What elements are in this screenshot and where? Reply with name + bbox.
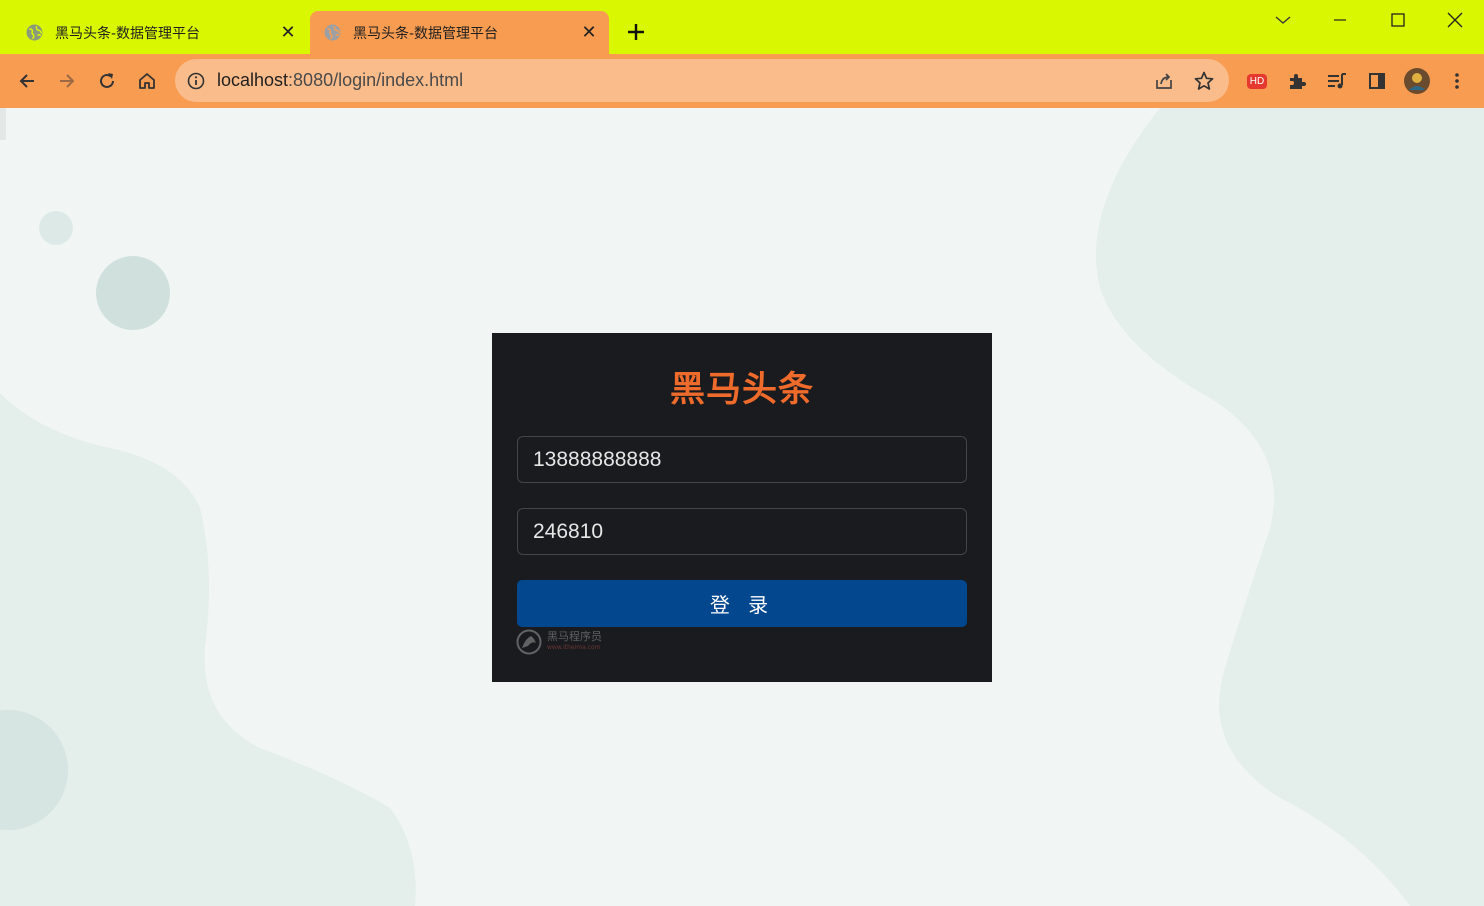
home-button[interactable] <box>132 66 162 96</box>
new-tab-button[interactable] <box>622 18 650 46</box>
watermark-sub: www.itheima.com <box>547 644 601 651</box>
chevron-down-icon <box>1275 16 1291 24</box>
browser-toolbar: localhost:8080/login/index.html HD <box>0 54 1484 108</box>
media-control-button[interactable] <box>1322 66 1352 96</box>
tab-strip: 黑马头条-数据管理平台 ✕ 黑马头条-数据管理平台 ✕ <box>0 0 1484 54</box>
arrow-left-icon <box>19 74 34 88</box>
login-button[interactable]: 登 录 <box>517 580 967 627</box>
menu-button[interactable] <box>1442 66 1472 96</box>
side-panel-button[interactable] <box>1362 66 1392 96</box>
minimize-icon <box>1334 19 1346 21</box>
code-input[interactable] <box>517 508 967 555</box>
music-queue-icon <box>1328 73 1346 89</box>
star-icon[interactable] <box>1193 70 1215 92</box>
maximize-button[interactable] <box>1378 4 1418 36</box>
forward-button[interactable] <box>52 66 82 96</box>
side-panel-icon <box>1369 73 1385 89</box>
window-close-button[interactable] <box>1435 4 1475 36</box>
tab-title: 黑马头条-数据管理平台 <box>353 25 499 42</box>
extension-hd-button[interactable]: HD <box>1242 66 1272 96</box>
reload-icon <box>100 73 114 88</box>
hd-badge: HD <box>1246 73 1268 89</box>
url-host: localhost <box>217 70 289 90</box>
plus-icon <box>628 24 644 40</box>
globe-icon <box>26 24 43 41</box>
login-title: 黑马头条 <box>669 370 814 410</box>
maximize-icon <box>1391 13 1405 27</box>
horse-logo-icon <box>516 629 542 655</box>
tab-inactive[interactable]: 黑马头条-数据管理平台 ✕ <box>12 11 308 54</box>
close-icon[interactable]: ✕ <box>278 22 298 43</box>
tab-search-button[interactable] <box>1263 4 1303 36</box>
url-text[interactable]: localhost:8080/login/index.html <box>217 59 463 102</box>
tab-active[interactable]: 黑马头条-数据管理平台 ✕ <box>310 11 609 54</box>
globe-icon <box>324 24 341 41</box>
info-icon[interactable] <box>187 72 205 90</box>
back-button[interactable] <box>12 66 42 96</box>
reload-button[interactable] <box>92 66 122 96</box>
close-icon[interactable]: ✕ <box>579 22 599 43</box>
address-bar[interactable]: localhost:8080/login/index.html <box>175 59 1229 102</box>
profile-avatar[interactable] <box>1402 66 1432 96</box>
avatar-icon <box>1404 68 1430 94</box>
tab-title: 黑马头条-数据管理平台 <box>55 25 201 42</box>
puzzle-icon <box>1290 74 1306 89</box>
url-path: :8080/login/index.html <box>288 70 464 90</box>
extensions-button[interactable] <box>1282 66 1312 96</box>
login-card: 黑马头条 登 录 黑马程序员www.itheima.com <box>492 333 992 682</box>
arrow-right-icon <box>60 74 75 88</box>
close-icon <box>1447 12 1463 28</box>
minimize-button[interactable] <box>1320 4 1360 36</box>
watermark-logo: 黑马程序员 www.itheima.com <box>516 629 602 655</box>
phone-input[interactable] <box>517 436 967 483</box>
share-icon[interactable] <box>1153 70 1175 92</box>
page-edge <box>0 108 6 140</box>
more-vertical-icon <box>1455 73 1459 89</box>
home-icon <box>139 73 155 89</box>
page-content: 黑马头条 登 录 黑马程序员www.itheima.com <box>0 108 1484 906</box>
